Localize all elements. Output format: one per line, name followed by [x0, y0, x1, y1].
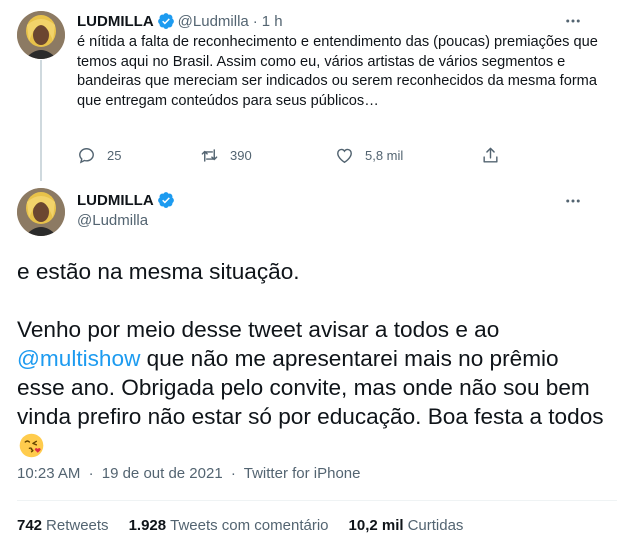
parent-tweet[interactable]: LUDMILLA @Ludmilla · 1 h é nítida a falt… [0, 0, 617, 181]
retweets-stat[interactable]: 742 Retweets [17, 517, 109, 534]
more-horizontal-icon [566, 19, 580, 23]
avatar[interactable] [17, 11, 65, 59]
separator-dot: · [252, 12, 258, 30]
verified-badge-icon [157, 192, 174, 208]
tweet-text-line: e estão na mesma situação. [17, 259, 300, 284]
kissing-face-with-heart-emoji [19, 433, 44, 458]
thread-connector-line [40, 60, 42, 181]
parent-tweet-text: é nítida a falta de reconhecimento e ent… [77, 34, 598, 109]
tweet-text-body: Venho por meio desse tweet avisar a todo… [17, 317, 500, 342]
display-name[interactable]: LUDMILLA [77, 192, 154, 209]
more-options-button[interactable] [562, 190, 584, 212]
handle[interactable]: @Ludmilla [77, 212, 148, 229]
retweet-icon [201, 148, 218, 162]
tweet-actions: 25 390 5,8 mil [77, 144, 507, 166]
avatar-image [17, 11, 65, 59]
likes-label: Curtidas [407, 517, 464, 534]
like-button[interactable]: 5,8 mil [335, 144, 403, 166]
quote-label: Tweets com comentário [170, 517, 329, 534]
parent-tweet-header: LUDMILLA @Ludmilla · 1 h [77, 11, 283, 31]
retweets-label: Retweets [46, 517, 109, 534]
more-options-button[interactable] [562, 10, 584, 32]
reply-icon [79, 147, 94, 164]
share-icon [483, 147, 498, 163]
divider [17, 500, 617, 501]
tweet-metadata: 10:23 AM · 19 de out de 2021 · Twitter f… [17, 465, 360, 482]
separator-dot: · [230, 465, 236, 482]
quote-count: 1.928 [128, 517, 167, 534]
mention-link[interactable]: @multishow [17, 346, 140, 371]
avatar-image [17, 188, 65, 236]
time-ago[interactable]: 1 h [262, 13, 283, 30]
retweet-button[interactable]: 390 [200, 144, 252, 166]
tweet-date[interactable]: 19 de out de 2021 [102, 465, 223, 482]
tweet-thread: LUDMILLA @Ludmilla · 1 h é nítida a falt… [0, 0, 617, 549]
retweet-count: 390 [230, 147, 252, 163]
reply-count: 25 [107, 147, 122, 163]
tweet-time[interactable]: 10:23 AM [17, 465, 80, 482]
separator-dot: · [88, 465, 94, 482]
share-button[interactable] [481, 144, 500, 166]
main-tweet-text: e estão na mesma situação. Venho por mei… [17, 257, 607, 460]
quote-tweets-stat[interactable]: 1.928 Tweets com comentário [129, 517, 329, 534]
heart-icon [337, 148, 352, 163]
verified-badge-icon [157, 13, 174, 29]
avatar[interactable] [17, 188, 65, 236]
retweets-count: 742 [17, 517, 43, 534]
more-horizontal-icon [566, 199, 580, 203]
main-tweet-name-row: LUDMILLA [77, 190, 178, 210]
likes-count: 10,2 mil [348, 517, 404, 534]
likes-stat[interactable]: 10,2 mil Curtidas [349, 517, 464, 534]
tweet-source[interactable]: Twitter for iPhone [244, 465, 361, 482]
handle[interactable]: @Ludmilla [178, 13, 249, 30]
reply-button[interactable]: 25 [77, 144, 121, 166]
tweet-stats: 742 Retweets 1.928 Tweets com comentário 1… [17, 517, 483, 534]
like-count: 5,8 mil [365, 147, 404, 163]
display-name[interactable]: LUDMILLA [77, 13, 154, 30]
